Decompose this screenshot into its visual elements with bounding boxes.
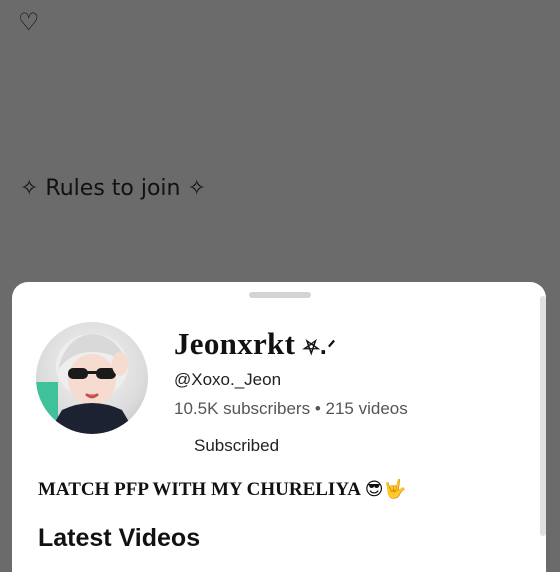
scrollbar[interactable]	[540, 296, 546, 536]
description-emoji: 😎🤟	[364, 479, 406, 500]
channel-stats: 10.5K subscribers • 215 videos	[174, 399, 408, 419]
video-count: 215 videos	[325, 399, 408, 418]
description-text: MATCH PFP WITH MY CHURELIYA	[38, 479, 360, 500]
avatar[interactable]	[36, 322, 148, 434]
subscriber-count: 10.5K subscribers	[174, 399, 311, 418]
subscribed-button[interactable]: Subscribed	[182, 430, 291, 462]
stats-separator: •	[314, 399, 321, 418]
channel-name: Jeonxrkt ⛧.ᐟ	[174, 326, 336, 362]
channel-handle: @Xoxo._Jeon	[174, 370, 282, 389]
channel-description: MATCH PFP WITH MY CHURELIYA 😎🤟	[38, 479, 406, 501]
avatar-illustration	[36, 334, 136, 434]
rules-heading: ✧ Rules to join ✧	[20, 176, 206, 201]
heart-icon: ♡	[18, 8, 40, 36]
sheet-drag-handle[interactable]	[249, 292, 311, 298]
latest-videos-heading: Latest Videos	[38, 524, 201, 552]
channel-bottom-sheet: Jeonxrkt ⛧.ᐟ @Xoxo._Jeon 10.5K subscriber…	[12, 282, 546, 572]
channel-name-decoration: ⛧.ᐟ	[303, 335, 337, 359]
channel-name-text: Jeonxrkt	[174, 326, 296, 361]
